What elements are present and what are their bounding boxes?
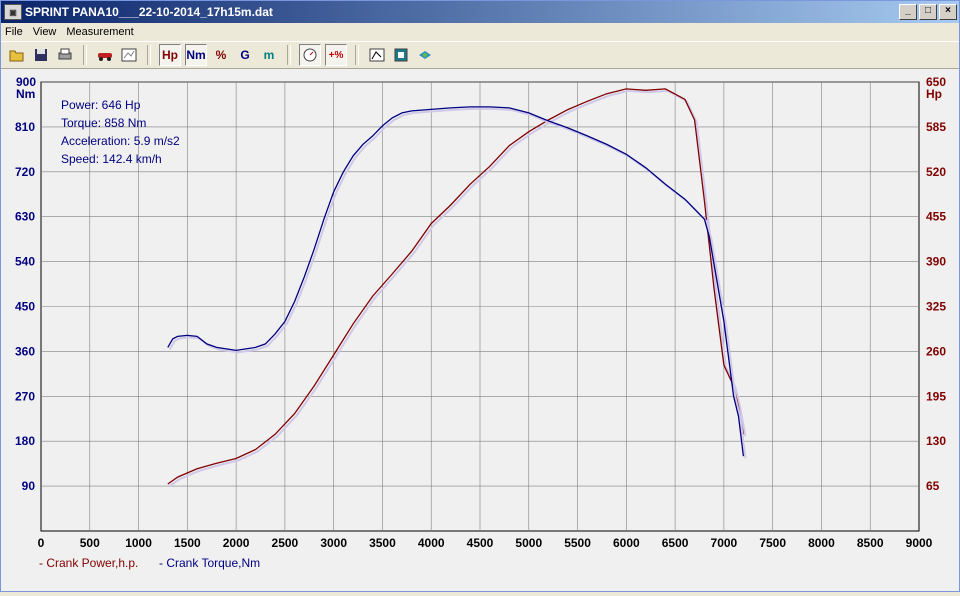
app-icon: ▣	[4, 4, 22, 20]
toolbar: Hp Nm % G m +%	[1, 41, 959, 69]
y-left-tick-label: 540	[15, 255, 35, 269]
y-right-tick-label: 130	[926, 434, 946, 448]
x-tick-label: 4500	[467, 536, 494, 550]
dyno-chart: 0 500 1000 1500 2000 2500 3000 3500 4000 4500 5000…	[15, 75, 946, 570]
right-axis-unit: Hp	[926, 87, 942, 101]
y-right-tick-label: 520	[926, 165, 946, 179]
y-right-tick-label: 260	[926, 344, 946, 358]
readout-power: Power: 646 Hp	[61, 98, 141, 112]
menu-view[interactable]: View	[33, 26, 57, 38]
y-left-tick-label: 180	[15, 434, 35, 448]
y-left-tick-label: 720	[15, 165, 35, 179]
y-right-tick-label: 195	[926, 389, 946, 403]
maximize-button[interactable]: □	[919, 4, 937, 20]
readout-torque: Torque: 858 Nm	[61, 116, 146, 130]
close-button[interactable]: ×	[939, 4, 957, 20]
toolbar-separator	[287, 45, 291, 65]
y-left-tick-label: 630	[15, 210, 35, 224]
print-icon[interactable]	[55, 45, 75, 65]
app-window: ▣ SPRINT PANA10___22-10-2014_17h15m.dat …	[0, 0, 960, 592]
x-tick-label: 7500	[759, 536, 786, 550]
g-toggle[interactable]: G	[235, 45, 255, 65]
x-tick-label: 7000	[711, 536, 738, 550]
minimize-button[interactable]: _	[899, 4, 917, 20]
y-right-tick-label: 455	[926, 210, 946, 224]
toolbar-separator	[147, 45, 151, 65]
x-tick-label: 500	[80, 536, 100, 550]
legend-power: - Crank Power,h.p.	[39, 556, 138, 570]
x-tick-label: 6000	[613, 536, 640, 550]
chart-icon[interactable]	[367, 45, 387, 65]
menu-bar: File View Measurement	[1, 23, 959, 41]
left-axis-unit: Nm	[16, 87, 35, 101]
y-left-tick-label: 450	[15, 300, 35, 314]
menu-measurement[interactable]: Measurement	[66, 26, 133, 38]
x-tick-label: 3000	[320, 536, 347, 550]
nm-toggle[interactable]: Nm	[185, 44, 207, 66]
plus-percent-icon[interactable]: +%	[325, 44, 347, 66]
readout-acceleration: Acceleration: 5.9 m/s2	[61, 134, 180, 148]
window-title: SPRINT PANA10___22-10-2014_17h15m.dat	[25, 5, 273, 19]
x-tick-label: 1000	[125, 536, 152, 550]
x-tick-label: 8000	[808, 536, 835, 550]
m-toggle[interactable]: m	[259, 45, 279, 65]
car-icon[interactable]	[95, 45, 115, 65]
save-icon[interactable]	[31, 45, 51, 65]
x-tick-label: 6500	[662, 536, 689, 550]
x-tick-label: 5000	[515, 536, 542, 550]
x-tick-label: 8500	[857, 536, 884, 550]
menu-file[interactable]: File	[5, 26, 23, 38]
gauge-icon[interactable]	[299, 44, 321, 66]
chart-area: 0 500 1000 1500 2000 2500 3000 3500 4000 4500 5000…	[1, 69, 959, 591]
upload-icon[interactable]	[415, 45, 435, 65]
x-tick-label: 1500	[174, 536, 201, 550]
x-tick-label: 0	[38, 536, 45, 550]
toolbar-separator	[83, 45, 87, 65]
readout-speed: Speed: 142.4 km/h	[61, 152, 162, 166]
y-left-tick-label: 90	[22, 479, 36, 493]
x-tick-label: 2000	[223, 536, 250, 550]
y-right-tick-label: 325	[926, 300, 946, 314]
x-tick-label: 9000	[906, 536, 933, 550]
y-left-tick-label: 810	[15, 120, 35, 134]
chart-grid	[40, 81, 920, 532]
y-right-tick-label: 390	[926, 255, 946, 269]
legend-torque: - Crank Torque,Nm	[159, 556, 260, 570]
percent-toggle[interactable]: %	[211, 45, 231, 65]
hp-toggle[interactable]: Hp	[159, 44, 181, 66]
open-icon[interactable]	[7, 45, 27, 65]
y-left-tick-label: 270	[15, 389, 35, 403]
y-left-tick-label: 360	[15, 344, 35, 358]
x-tick-label: 5500	[564, 536, 591, 550]
x-tick-label: 2500	[272, 536, 299, 550]
x-tick-label: 4000	[418, 536, 445, 550]
toolbar-separator	[355, 45, 359, 65]
export-icon[interactable]	[391, 45, 411, 65]
x-tick-label: 3500	[369, 536, 396, 550]
graph-settings-icon[interactable]	[119, 45, 139, 65]
title-bar: ▣ SPRINT PANA10___22-10-2014_17h15m.dat …	[1, 1, 959, 23]
y-right-tick-label: 65	[926, 479, 940, 493]
y-right-tick-label: 585	[926, 120, 946, 134]
